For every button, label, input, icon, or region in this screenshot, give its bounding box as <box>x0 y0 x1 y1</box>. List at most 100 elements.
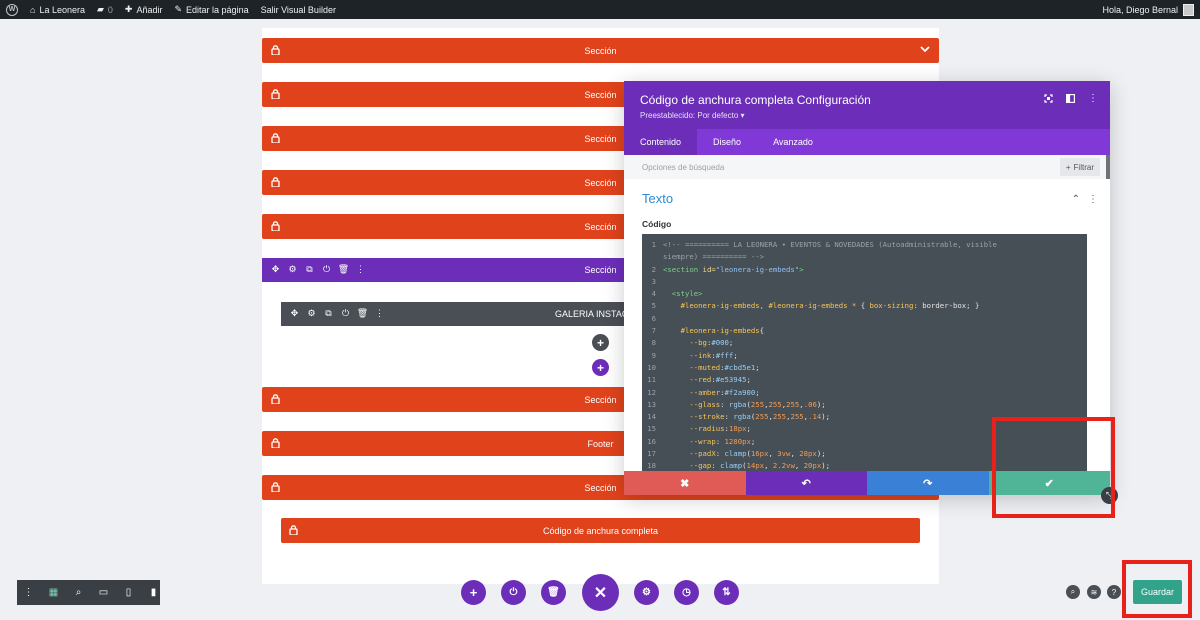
code-line[interactable]: 2 <section id= "leonera-ig-embeds" > <box>642 264 1087 276</box>
duplicate-icon[interactable]: ⧉ <box>323 308 334 319</box>
filter-button[interactable]: + Filtrar <box>1059 158 1100 176</box>
page-settings-button[interactable]: ⚙ <box>634 580 659 605</box>
scrollbar[interactable] <box>1106 155 1110 179</box>
redo-button[interactable]: ↷ <box>867 471 989 495</box>
code-line[interactable]: 3 <box>642 276 1087 288</box>
line-number: 2 <box>651 264 656 274</box>
lock-icon[interactable] <box>289 525 298 535</box>
search-icon[interactable]: ⌕ <box>1066 585 1080 599</box>
expand-icon[interactable] <box>1044 94 1053 103</box>
code-line[interactable]: 5 #leonera-ig-embeds, #leonera-ig-embeds… <box>642 300 1087 312</box>
section-label: Sección <box>584 89 617 100</box>
guardar-button[interactable]: Guardar <box>1133 580 1182 604</box>
more-vertical-icon[interactable]: ⋮ <box>23 587 34 598</box>
line-number: 16 <box>647 436 656 446</box>
comments-link[interactable]: ▰ 0 <box>97 4 113 15</box>
code-line[interactable]: 11 --red: #e53945; <box>642 374 1087 386</box>
desktop-icon[interactable]: ▭ <box>98 587 109 598</box>
fullwidth-code-module-bar[interactable]: Código de anchura completa <box>281 518 920 543</box>
row-module-bar[interactable]: ✥ ⚙ ⧉ ⏻ 🗑 ⋮ GALERIA INSTAGR <box>281 302 631 326</box>
clear-layout-button[interactable]: 🗑 <box>541 580 566 605</box>
code-token: rgba <box>728 399 747 409</box>
options-search[interactable]: Opciones de búsqueda + Filtrar <box>624 155 1110 179</box>
tab-avanzado[interactable]: Avanzado <box>757 129 829 155</box>
split-view-icon[interactable] <box>1066 94 1075 103</box>
preset-selector[interactable]: Preestablecido: Por defecto ▾ <box>640 111 1094 120</box>
gear-icon[interactable]: ⚙ <box>306 308 317 319</box>
phone-icon[interactable]: ▮ <box>148 587 159 598</box>
edit-page-link[interactable]: ✎ Editar la página <box>174 4 248 15</box>
site-name-link[interactable]: ⌂ La Leonera <box>30 5 85 15</box>
add-new-link[interactable]: ✚ Añadir <box>125 4 163 15</box>
account-menu[interactable]: Hola, Diego Bernal <box>1102 3 1194 16</box>
toggle-group-title[interactable]: Texto <box>642 191 673 206</box>
lock-icon[interactable] <box>271 89 280 99</box>
code-token: 1280px <box>724 436 751 446</box>
more-vertical-icon[interactable]: ⋮ <box>1088 194 1098 205</box>
lock-icon[interactable] <box>271 221 280 231</box>
power-icon[interactable]: ⏻ <box>321 264 332 275</box>
code-token: 255 <box>755 412 769 422</box>
disable-button[interactable]: ⏻ <box>501 580 526 605</box>
power-icon[interactable]: ⏻ <box>340 308 351 319</box>
code-line[interactable]: 13 --glass: rgba(255, 255, 255, .06); <box>642 399 1087 411</box>
code-line[interactable]: 4 <style> <box>642 288 1087 300</box>
code-line[interactable]: 8 --bg: #000; <box>642 337 1087 349</box>
code-token: .14 <box>808 412 822 422</box>
line-number: 9 <box>651 350 656 360</box>
code-token: 28px <box>799 449 817 459</box>
zoom-icon[interactable]: ⌕ <box>73 587 84 598</box>
comment-icon: ▰ <box>96 4 104 14</box>
wordpress-logo-icon[interactable]: W <box>6 3 18 16</box>
lock-icon[interactable] <box>271 177 280 187</box>
add-module-button[interactable]: + <box>592 334 609 351</box>
lock-icon[interactable] <box>271 45 280 55</box>
more-vertical-icon[interactable]: ⋮ <box>355 264 366 275</box>
code-line[interactable]: 1 <!-- ========== LA LEONERA • EVENTOS & … <box>642 239 1087 251</box>
add-section-button[interactable]: + <box>461 580 486 605</box>
section-label: Sección <box>584 394 617 405</box>
greeting: Hola, Diego Bernal <box>1102 4 1178 15</box>
more-vertical-icon[interactable]: ⋮ <box>374 308 385 319</box>
cancel-button[interactable]: ✖ <box>624 471 746 495</box>
undo-button[interactable]: ↶ <box>745 471 867 495</box>
gear-icon[interactable]: ⚙ <box>287 264 298 275</box>
add-row-button[interactable]: + <box>592 359 609 376</box>
lock-icon[interactable] <box>271 394 280 404</box>
code-line[interactable]: 12 --amber: #f2a900; <box>642 387 1087 399</box>
code-line[interactable]: 9 --ink: #fff; <box>642 350 1087 362</box>
exit-visual-builder-link[interactable]: Salir Visual Builder <box>261 5 336 15</box>
lock-icon[interactable] <box>271 482 280 492</box>
layers-icon[interactable]: ≋ <box>1087 585 1101 599</box>
chevron-down-icon[interactable] <box>920 46 930 53</box>
duplicate-icon[interactable]: ⧉ <box>304 264 315 275</box>
code-line[interactable]: 6 <box>642 313 1087 325</box>
lock-icon[interactable] <box>271 133 280 143</box>
wireframe-view-icon[interactable]: ▦ <box>48 587 59 598</box>
sort-arrows-icon: ⇅ <box>722 587 731 598</box>
code-token: ); <box>821 461 831 471</box>
move-icon[interactable]: ✥ <box>289 308 300 319</box>
tab-contenido[interactable]: Contenido <box>624 129 698 155</box>
code-token: ; <box>755 362 760 372</box>
tablet-icon[interactable]: ▯ <box>123 587 134 598</box>
history-button[interactable]: ◷ <box>674 580 699 605</box>
move-icon[interactable]: ✥ <box>270 264 281 275</box>
trash-icon[interactable]: 🗑 <box>338 264 349 275</box>
tab-diseno[interactable]: Diseño <box>697 129 757 155</box>
gear-icon: ⚙ <box>642 587 651 598</box>
more-vertical-icon[interactable]: ⋮ <box>1088 94 1098 104</box>
section-bar[interactable]: Sección <box>262 38 939 63</box>
code-token: #000 <box>711 338 729 348</box>
trash-icon[interactable]: 🗑 <box>357 308 368 319</box>
code-line[interactable]: siempre) ========== --> <box>642 251 1087 263</box>
code-line[interactable]: 10 --muted: #cbd5e1; <box>642 362 1087 374</box>
code-line[interactable]: 7 #leonera-ig-embeds{ <box>642 325 1087 337</box>
chevron-up-icon[interactable]: ⌃ <box>1072 194 1080 205</box>
lock-icon[interactable] <box>271 438 280 448</box>
close-settings-button[interactable]: ✕ <box>582 574 619 611</box>
section-label: Sección <box>584 221 617 232</box>
help-icon[interactable]: ? <box>1107 585 1121 599</box>
portability-button[interactable]: ⇅ <box>714 580 739 605</box>
